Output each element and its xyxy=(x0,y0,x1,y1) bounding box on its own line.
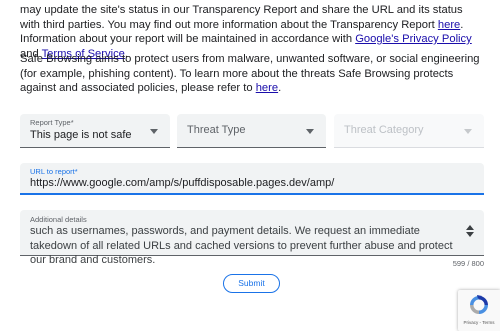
additional-details-text[interactable]: such as usernames, passwords, and paymen… xyxy=(30,224,460,268)
scroll-up-icon[interactable] xyxy=(466,225,474,230)
privacy-policy-link[interactable]: Google's Privacy Policy xyxy=(355,33,472,45)
chevron-down-icon xyxy=(464,128,472,134)
recaptcha-badge[interactable]: Privacy - Terms xyxy=(458,290,500,331)
chevron-down-icon xyxy=(150,128,158,134)
url-value[interactable]: https://www.google.com/amp/s/puffdisposa… xyxy=(30,177,334,189)
paragraph-text: Safe Browsing aims to protect users from… xyxy=(20,53,480,94)
additional-details-label: Additional details xyxy=(30,215,87,224)
recaptcha-links[interactable]: Privacy - Terms xyxy=(459,320,499,325)
submit-button[interactable]: Submit xyxy=(223,274,280,293)
safe-browsing-paragraph: Safe Browsing aims to protect users from… xyxy=(20,52,482,96)
threat-type-placeholder: Threat Type xyxy=(187,124,246,136)
report-type-label: Report Type* xyxy=(30,118,74,127)
paragraph-text: . xyxy=(278,82,282,94)
threat-category-placeholder: Threat Category xyxy=(344,124,424,136)
threats-info-link[interactable]: here xyxy=(256,82,278,94)
recaptcha-icon xyxy=(470,295,488,314)
threat-category-select[interactable]: Threat Category xyxy=(334,114,484,148)
transparency-report-link[interactable]: here xyxy=(438,19,460,31)
url-label: URL to report* xyxy=(30,167,78,176)
additional-details-textarea[interactable]: Additional details such as usernames, pa… xyxy=(20,210,484,266)
threat-type-select[interactable]: Threat Type xyxy=(177,114,326,148)
character-counter: 599 / 800 xyxy=(452,259,484,268)
scroll-down-icon[interactable] xyxy=(466,232,474,237)
chevron-down-icon xyxy=(306,128,314,134)
report-type-value: This page is not safe xyxy=(30,129,132,141)
scroll-arrows-icon[interactable] xyxy=(465,223,475,243)
report-type-select[interactable]: Report Type* This page is not safe xyxy=(20,114,170,148)
url-input[interactable]: URL to report* https://www.google.com/am… xyxy=(20,163,484,195)
paragraph-text: may update the site's status in our Tran… xyxy=(20,4,463,31)
